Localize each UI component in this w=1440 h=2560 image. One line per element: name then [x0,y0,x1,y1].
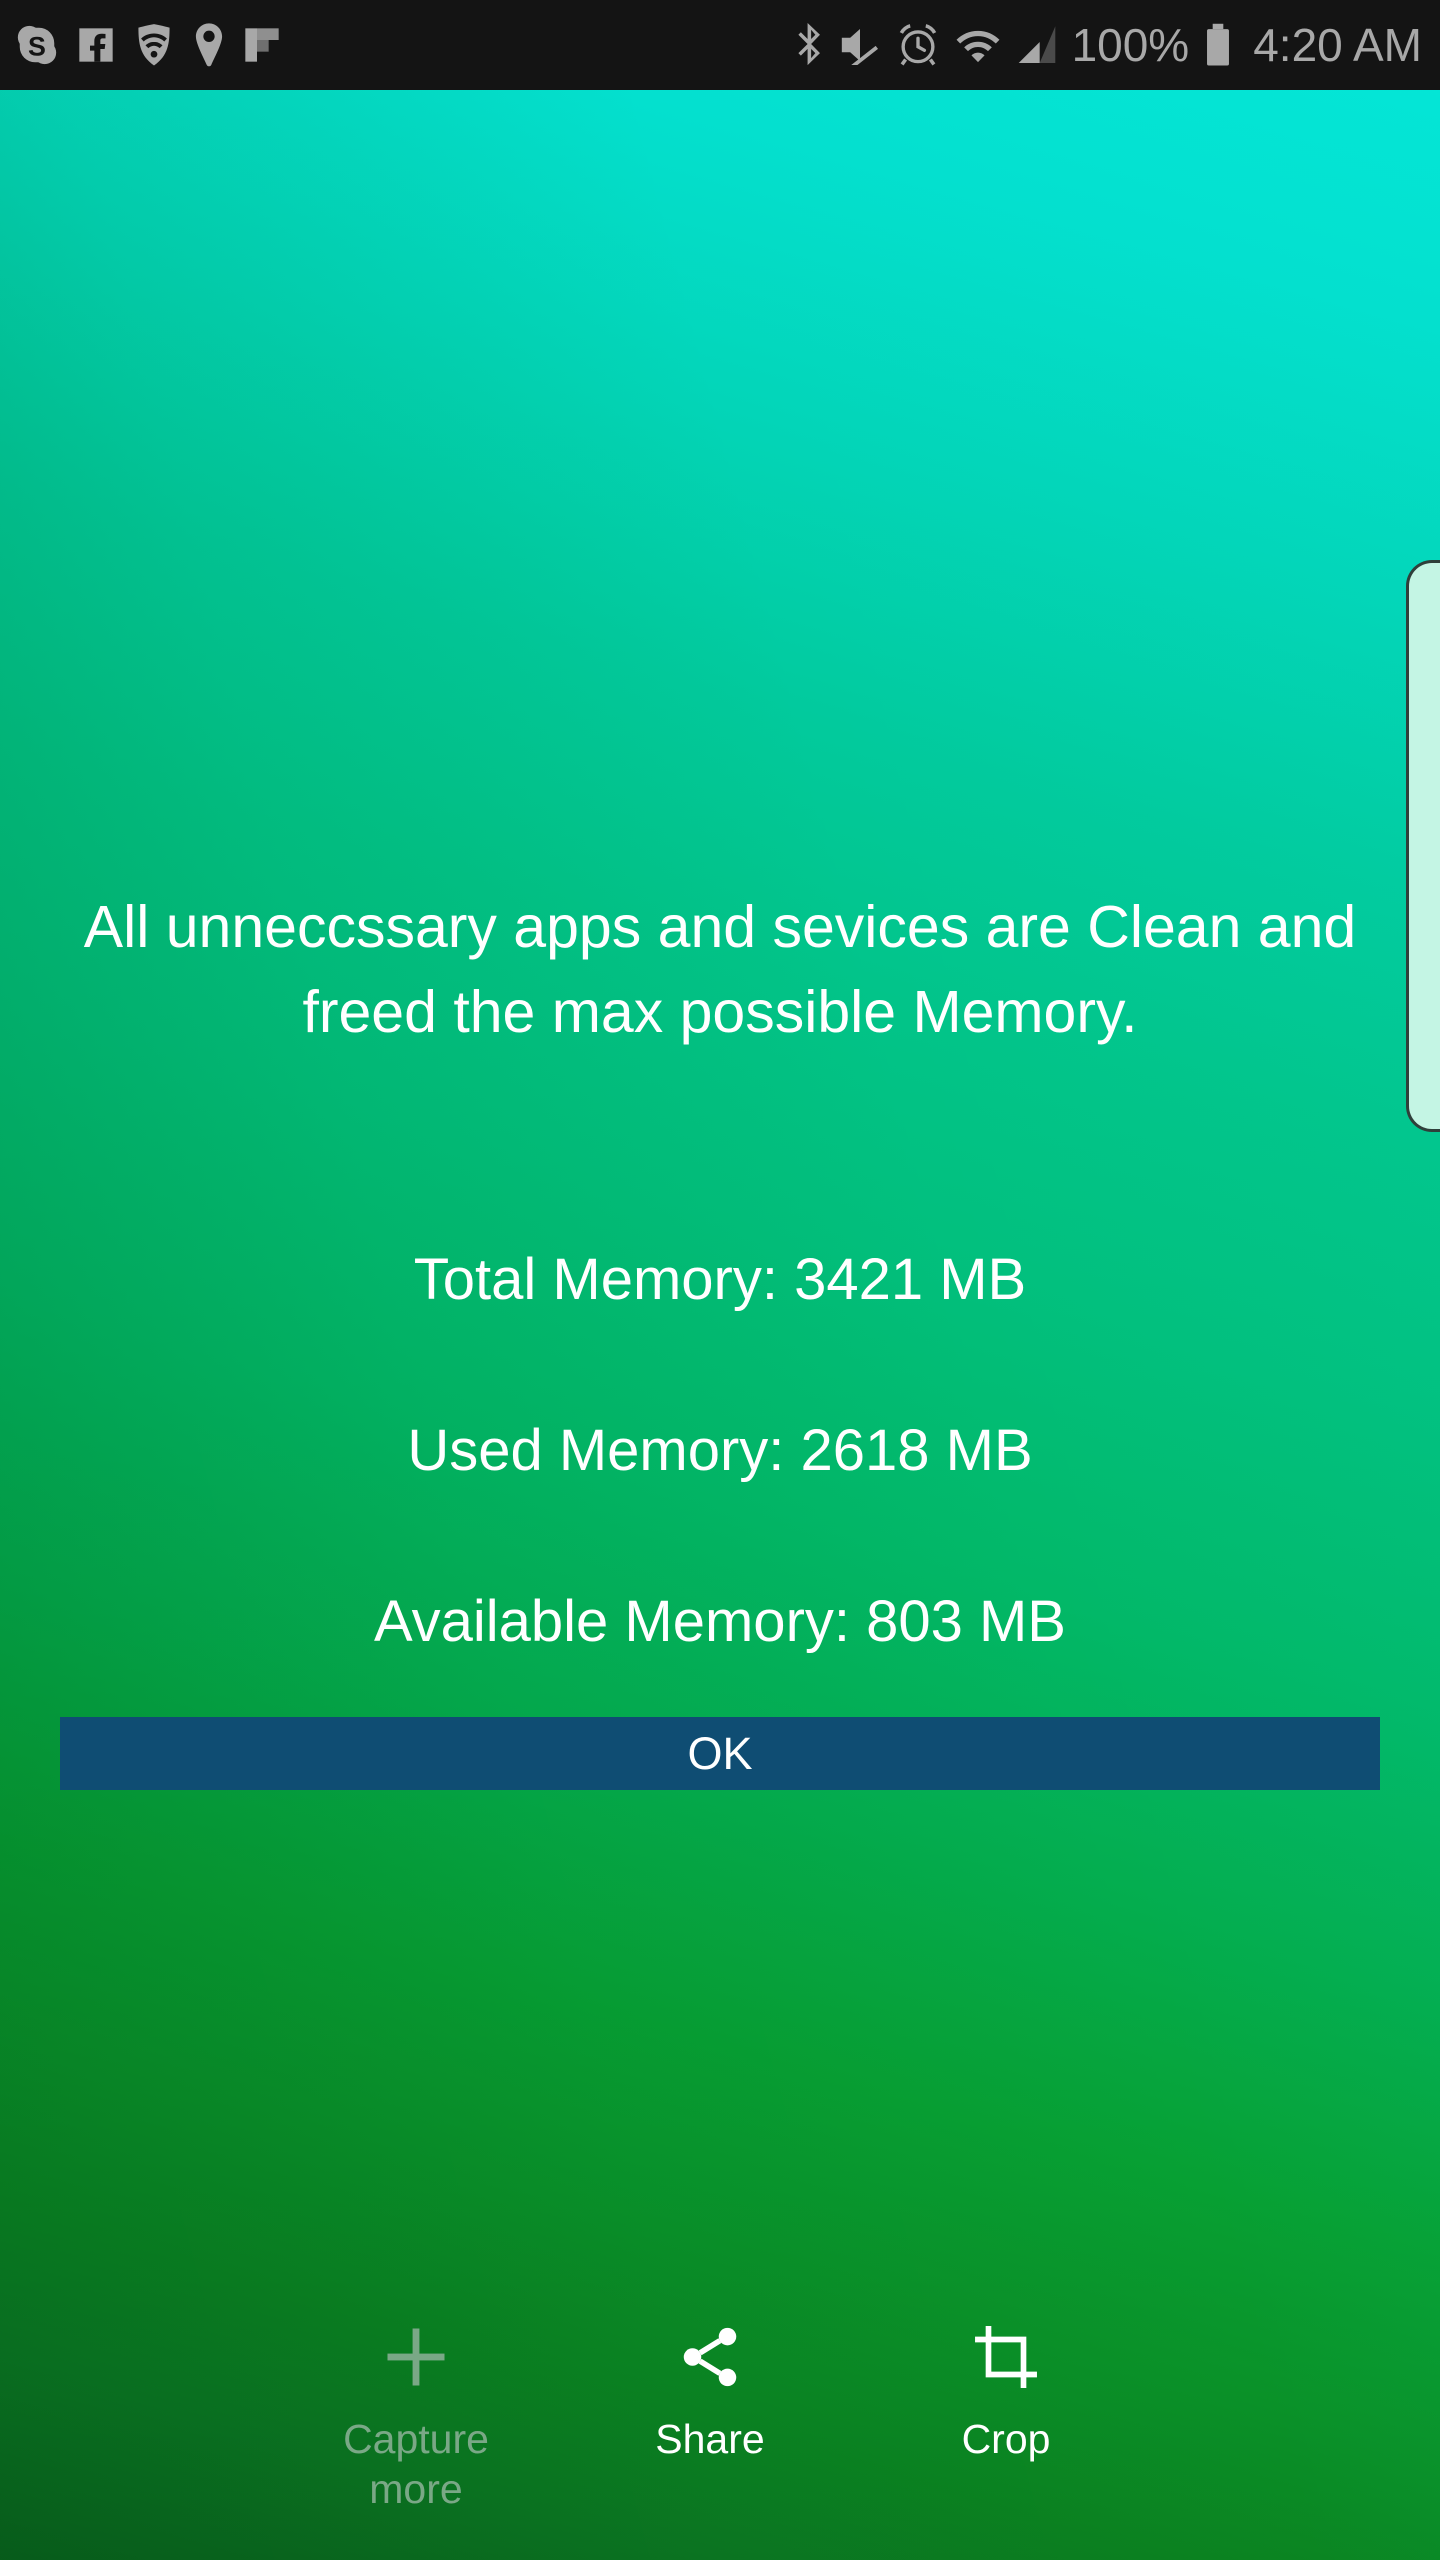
flipboard-icon [242,25,282,65]
share-label: Share [655,2414,764,2464]
screenshot-toolbar: Capturemore Share Crop [0,2295,1440,2560]
screen: S [0,0,1440,2560]
bluetooth-icon [794,22,824,68]
crop-label: Crop [962,2414,1051,2464]
battery-percentage-label: 100% [1072,22,1190,68]
status-bar-left-icons: S [14,22,282,68]
location-pin-icon [192,22,226,68]
alarm-clock-icon [896,22,940,68]
battery-full-icon [1203,22,1233,68]
skype-icon: S [14,22,60,68]
dialog-message-text: All unneccssary apps and sevices are Cle… [70,885,1370,1055]
used-memory-label: Used Memory: 2618 MB [70,1422,1370,1480]
mute-icon [838,25,882,65]
share-button[interactable]: Share [548,2295,872,2464]
signal-bars-icon [1016,24,1058,66]
available-memory-label: Available Memory: 803 MB [70,1593,1370,1651]
share-icon [675,2318,745,2396]
status-bar-right-icons: 100% 4:20 AM [794,22,1422,68]
wifi-shield-icon [132,22,176,68]
vertical-scrollbar-thumb[interactable] [1406,560,1440,1132]
status-bar[interactable]: S [0,0,1440,90]
capture-more-label: Capturemore [343,2414,489,2514]
total-memory-label: Total Memory: 3421 MB [70,1251,1370,1309]
wifi-icon [954,25,1002,65]
capture-more-button[interactable]: Capturemore [254,2295,578,2514]
status-bar-clock: 4:20 AM [1253,22,1422,68]
wallpaper-gradient [0,90,1440,2560]
facebook-icon [76,25,116,65]
plus-icon [378,2318,454,2396]
crop-icon [971,2318,1041,2396]
svg-text:S: S [28,32,46,62]
crop-button[interactable]: Crop [844,2295,1168,2464]
ok-button[interactable]: OK [60,1717,1380,1790]
capture-more-label-line1: Capture [343,2416,489,2462]
capture-more-label-line2: more [369,2466,462,2512]
